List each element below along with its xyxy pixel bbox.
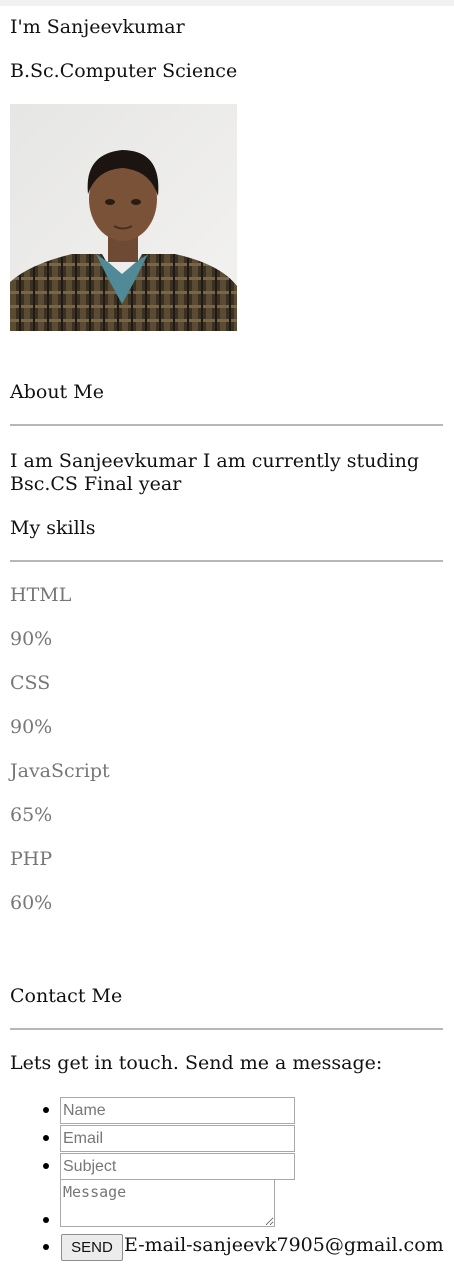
- top-strip: [0, 0, 454, 6]
- skills-divider: [10, 560, 443, 562]
- contact-email: E-mail-sanjeevk7905@gmail.com: [124, 1234, 444, 1256]
- name-input[interactable]: [60, 1097, 295, 1124]
- skill-percent-php: 60%: [10, 892, 53, 914]
- skill-name-php: PHP: [10, 848, 53, 870]
- intro-name: I'm Sanjeevkumar: [10, 16, 185, 38]
- email-input[interactable]: [60, 1125, 295, 1152]
- about-text: I am Sanjeevkumar I am currently studing…: [10, 450, 420, 495]
- about-heading: About Me: [10, 381, 104, 403]
- intro-degree: B.Sc.Computer Science: [10, 60, 238, 82]
- list-bullet: [43, 1107, 49, 1113]
- skill-name-javascript: JavaScript: [10, 760, 110, 782]
- about-divider: [10, 424, 443, 426]
- skill-percent-css: 90%: [10, 716, 53, 738]
- list-bullet: [43, 1217, 49, 1223]
- list-bullet: [43, 1163, 49, 1169]
- skill-name-html: HTML: [10, 584, 72, 606]
- list-bullet: [43, 1135, 49, 1141]
- send-button[interactable]: SEND: [61, 1234, 123, 1261]
- subject-input[interactable]: [60, 1153, 295, 1180]
- skills-heading: My skills: [10, 517, 96, 539]
- message-textarea[interactable]: [60, 1179, 275, 1227]
- contact-intro: Lets get in touch. Send me a message:: [10, 1052, 383, 1074]
- skill-name-css: CSS: [10, 672, 51, 694]
- skill-percent-html: 90%: [10, 628, 53, 650]
- skill-percent-javascript: 65%: [10, 804, 53, 826]
- profile-photo: [10, 104, 237, 331]
- list-bullet: [43, 1244, 49, 1250]
- contact-divider: [10, 1028, 443, 1030]
- contact-heading: Contact Me: [10, 985, 123, 1007]
